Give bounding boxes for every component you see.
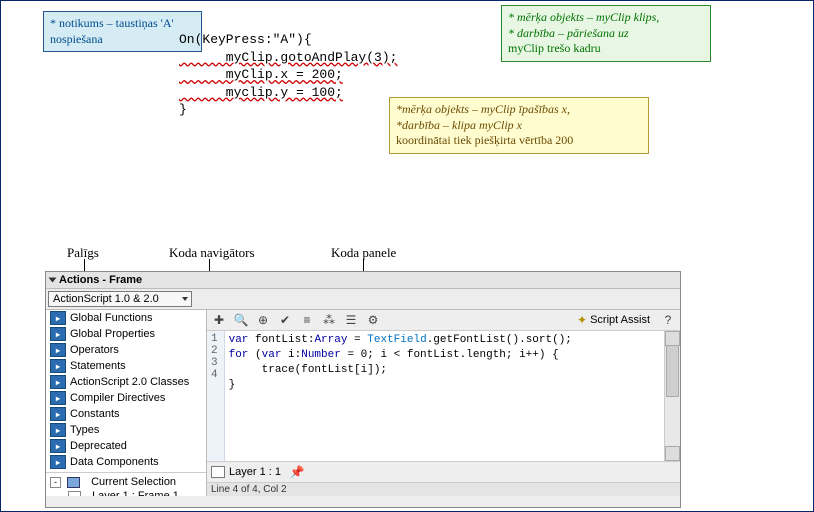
find-icon[interactable]: 🔍 (233, 312, 249, 328)
layer-tab-row: Layer 1 : 1 📌 (207, 462, 680, 483)
callout-green-l2: * darbība – pāriešana uz (508, 26, 629, 40)
collapse-icon[interactable] (49, 278, 57, 283)
tree-label: Global Properties (70, 328, 155, 340)
callout-green-l3: myClip trešo kadru (508, 41, 601, 55)
book-icon: ▸ (50, 423, 66, 437)
callout-target-green: * mērķa objekts – myClip klips, * darbīb… (501, 5, 711, 62)
scroll-down-icon[interactable] (665, 446, 680, 461)
book-icon: ▸ (50, 439, 66, 453)
code-content[interactable]: var fontList:Array = TextField.getFontLi… (225, 331, 576, 461)
code-editor: ✚ 🔍 ⊕ ✔ ≡ ⁂ ☰ ⚙ ✦Script Assist ? 1234 va… (207, 310, 680, 496)
book-icon: ▸ (50, 391, 66, 405)
scroll-thumb[interactable] (666, 345, 679, 397)
minus-icon[interactable]: - (50, 477, 61, 488)
pin-icon[interactable]: 📌 (289, 464, 305, 480)
help-icon[interactable]: ? (660, 312, 676, 328)
options-icon[interactable]: ⚙ (365, 312, 381, 328)
editor-toolbar: ✚ 🔍 ⊕ ✔ ≡ ⁂ ☰ ⚙ ✦Script Assist ? (207, 310, 680, 331)
book-icon: ▸ (50, 311, 66, 325)
tree-item[interactable]: ▸ Compiler Directives (46, 390, 206, 406)
add-icon[interactable]: ✚ (211, 312, 227, 328)
code-textarea[interactable]: 1234 var fontList:Array = TextField.getF… (207, 331, 680, 462)
tree-item[interactable]: ▸ Types (46, 422, 206, 438)
check-icon[interactable]: ✔ (277, 312, 293, 328)
callout-yellow-l3: koordinātai tiek piešķirta vērtība 200 (396, 133, 573, 147)
tree-label: Statements (70, 360, 126, 372)
tree-label: Current Selection (91, 476, 176, 488)
tree-label: ActionScript 2.0 Classes (70, 376, 189, 388)
tree-item[interactable]: ▸ Operators (46, 342, 206, 358)
book-icon: ▸ (50, 327, 66, 341)
tree-item[interactable]: ▸ Global Functions (46, 310, 206, 326)
helper-tree[interactable]: ▸ Global Functions ▸ Global Properties ▸ Op… (46, 310, 207, 496)
callout-yellow-l2: *darbība – klipa myClip x (396, 118, 522, 132)
actions-panel: Actions - Frame ActionScript 1.0 & 2.0 ▸… (45, 271, 681, 508)
tree-current-selection[interactable]: - Current Selection (46, 475, 206, 489)
line-gutter: 1234 (207, 331, 225, 461)
language-dropdown[interactable]: ActionScript 1.0 & 2.0 (48, 291, 192, 307)
target-icon[interactable]: ⊕ (255, 312, 271, 328)
book-icon: ▸ (50, 343, 66, 357)
panel-titlebar[interactable]: Actions - Frame (46, 272, 680, 289)
tree-item[interactable]: ▸ Constants (46, 406, 206, 422)
callout-yellow-l1: *mērķa objekts – myClip īpašības x, (396, 102, 570, 116)
tree-label: Compiler Directives (70, 392, 165, 404)
tree-label: Global Functions (70, 312, 153, 324)
tree-label: Deprecated (70, 440, 127, 452)
vertical-scrollbar[interactable] (664, 331, 680, 461)
script-assist-label: Script Assist (590, 314, 650, 326)
tree-item[interactable]: ▸ Data Components (46, 454, 206, 470)
script-assist-button[interactable]: ✦Script Assist (577, 313, 650, 327)
book-icon: ▸ (50, 375, 66, 389)
selection-icon (67, 477, 80, 488)
status-bar: Line 4 of 4, Col 2 (207, 483, 680, 496)
tree-label: Data Components (70, 456, 159, 468)
tree-item[interactable]: ▸ Deprecated (46, 438, 206, 454)
book-icon: ▸ (50, 359, 66, 373)
debug-icon[interactable]: ☰ (343, 312, 359, 328)
callout-target-yellow: *mērķa objekts – myClip īpašības x, *dar… (389, 97, 649, 154)
hint-icon[interactable]: ⁂ (321, 312, 337, 328)
tree-item[interactable]: ▸ ActionScript 2.0 Classes (46, 374, 206, 390)
label-navigator: Koda navigātors (169, 245, 255, 261)
scroll-up-icon[interactable] (665, 331, 680, 346)
wand-icon: ✦ (577, 313, 587, 327)
callout-green-l1: * mērķa objekts – myClip klips, (508, 10, 659, 24)
tree-label: Operators (70, 344, 119, 356)
layer-icon (211, 466, 225, 478)
frame-icon (68, 491, 81, 497)
book-icon: ▸ (50, 407, 66, 421)
label-helper: Palīgs (67, 245, 99, 261)
tree-label: Constants (70, 408, 120, 420)
tree-label: Types (70, 424, 99, 436)
panel-toolbar: ActionScript 1.0 & 2.0 (46, 289, 680, 310)
tree-item[interactable]: ▸ Statements (46, 358, 206, 374)
tree-item[interactable]: ▸ Global Properties (46, 326, 206, 342)
format-icon[interactable]: ≡ (299, 312, 315, 328)
tree-label: Layer 1 : Frame 1 (92, 490, 179, 496)
panel-title-text: Actions - Frame (59, 274, 142, 286)
book-icon: ▸ (50, 455, 66, 469)
tree-layer-item[interactable]: Layer 1 : Frame 1 (46, 489, 206, 496)
example-code: On(KeyPress:"A"){ myClip.gotoAndPlay(3);… (179, 31, 397, 119)
layer-tab-label[interactable]: Layer 1 : 1 (229, 466, 281, 478)
